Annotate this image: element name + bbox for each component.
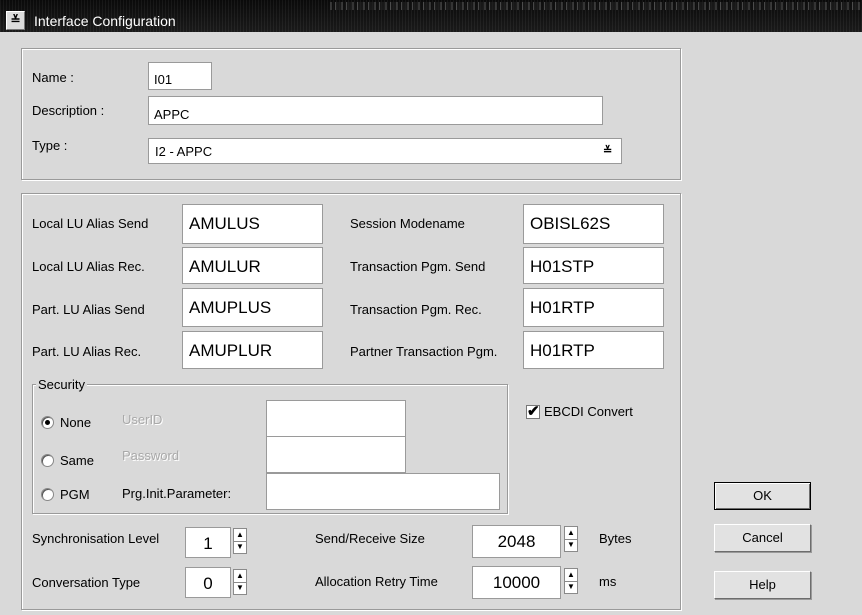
checkmark-icon[interactable]: ✔ <box>526 404 540 419</box>
part-lu-send-label: Part. LU Alias Send <box>32 302 145 317</box>
radio-same-label: Same <box>60 453 94 468</box>
name-field[interactable]: I01 <box>148 62 212 90</box>
alloc-retry-spinner[interactable]: ▲ ▼ <box>564 568 578 594</box>
cancel-button[interactable]: Cancel <box>714 524 811 552</box>
help-button[interactable]: Help <box>714 571 811 599</box>
type-dropdown-value: I2 - APPC <box>155 144 213 159</box>
alloc-retry-field[interactable]: 10000 <box>472 566 561 599</box>
radio-same-indicator[interactable] <box>41 454 54 467</box>
spin-down-icon[interactable]: ▼ <box>234 582 246 594</box>
local-lu-send-label: Local LU Alias Send <box>32 216 149 231</box>
type-label: Type : <box>32 138 68 153</box>
radio-none-label: None <box>60 415 92 430</box>
radio-none-indicator[interactable] <box>41 416 54 429</box>
title-bar-texture <box>330 2 862 10</box>
session-modename-label: Session Modename <box>350 216 465 231</box>
radio-same[interactable]: Same <box>41 453 111 469</box>
radio-pgm[interactable]: PGM <box>41 487 111 503</box>
chevron-down-icon[interactable]: ≚ <box>603 144 612 157</box>
name-label: Name : <box>32 70 74 85</box>
radio-pgm-label: PGM <box>60 487 90 502</box>
password-field[interactable] <box>266 436 406 473</box>
prg-init-label: Prg.Init.Parameter: <box>122 486 232 501</box>
session-modename-field[interactable]: OBISL62S <box>523 204 664 244</box>
description-field[interactable]: APPC <box>148 96 603 125</box>
conv-type-field[interactable]: 0 <box>185 567 231 598</box>
tp-send-label: Transaction Pgm. Send <box>350 259 486 274</box>
tp-rec-label: Transaction Pgm. Rec. <box>350 302 482 317</box>
local-lu-rec-label: Local LU Alias Rec. <box>32 259 145 274</box>
part-lu-send-field[interactable]: AMUPLUS <box>182 288 323 327</box>
type-dropdown[interactable]: I2 - APPC ≚ <box>148 138 622 164</box>
send-recv-size-field[interactable]: 2048 <box>472 525 561 558</box>
ok-button[interactable]: OK <box>714 482 811 510</box>
window-title: Interface Configuration <box>34 13 176 29</box>
spin-down-icon[interactable]: ▼ <box>234 541 246 553</box>
sync-level-spinner[interactable]: ▲ ▼ <box>233 528 247 554</box>
sync-level-field[interactable]: 1 <box>185 527 231 558</box>
partner-tp-label: Partner Transaction Pgm. <box>350 344 498 359</box>
part-lu-rec-label: Part. LU Alias Rec. <box>32 344 142 359</box>
title-bar[interactable]: ≚ Interface Configuration <box>0 0 862 32</box>
userid-field[interactable] <box>266 400 406 437</box>
partner-tp-field[interactable]: H01RTP <box>523 331 664 369</box>
prg-init-field[interactable] <box>266 473 500 510</box>
system-menu-icon[interactable]: ≚ <box>6 11 25 30</box>
send-recv-unit: Bytes <box>599 531 632 546</box>
tp-send-field[interactable]: H01STP <box>523 247 664 284</box>
send-recv-size-label: Send/Receive Size <box>315 531 425 546</box>
password-label: Password <box>122 448 180 463</box>
part-lu-rec-field[interactable]: AMUPLUR <box>182 331 323 369</box>
description-label: Description : <box>32 103 105 118</box>
tp-rec-field[interactable]: H01RTP <box>523 288 664 327</box>
security-legend: Security <box>36 377 87 392</box>
alloc-retry-unit: ms <box>599 574 617 589</box>
radio-none[interactable]: None <box>41 415 111 431</box>
local-lu-send-field[interactable]: AMULUS <box>182 204 323 244</box>
conv-type-spinner[interactable]: ▲ ▼ <box>233 569 247 595</box>
userid-label: UserID <box>122 412 163 427</box>
spin-down-icon[interactable]: ▼ <box>565 539 577 551</box>
alloc-retry-label: Allocation Retry Time <box>315 574 438 589</box>
radio-pgm-indicator[interactable] <box>41 488 54 501</box>
ebcdi-convert-checkbox[interactable]: ✔ EBCDI Convert <box>526 404 666 422</box>
conv-type-label: Conversation Type <box>32 575 141 590</box>
send-recv-size-spinner[interactable]: ▲ ▼ <box>564 526 578 552</box>
spin-down-icon[interactable]: ▼ <box>565 581 577 593</box>
sync-level-label: Synchronisation Level <box>32 531 160 546</box>
local-lu-rec-field[interactable]: AMULUR <box>182 247 323 284</box>
ebcdi-convert-label: EBCDI Convert <box>544 404 633 419</box>
